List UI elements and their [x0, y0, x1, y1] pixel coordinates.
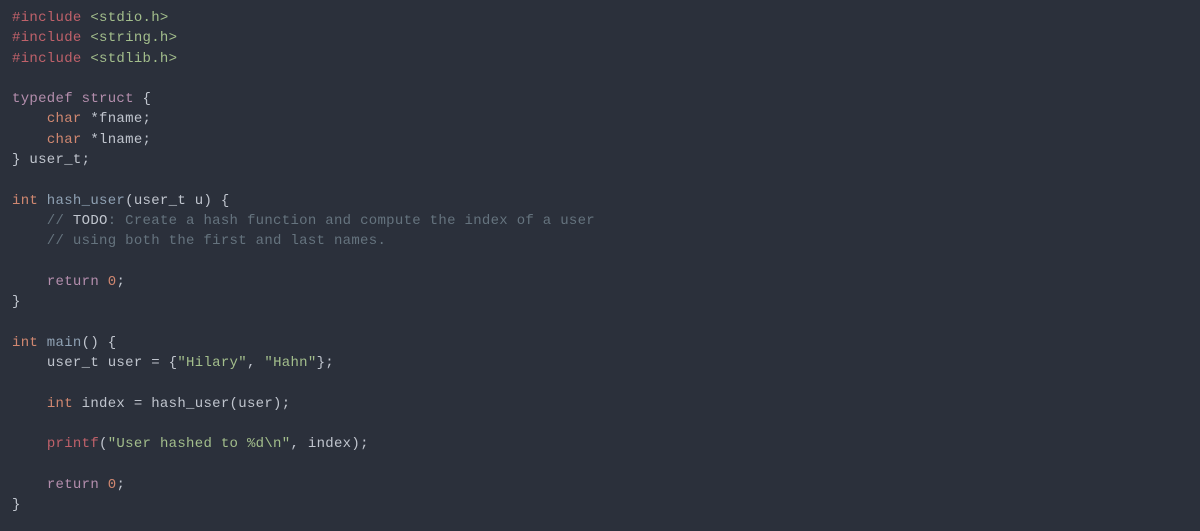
todo-marker: TODO [73, 213, 108, 229]
fn-hash-user: hash_user [38, 193, 125, 209]
comment-text: // using both the first and last names. [12, 233, 386, 249]
type-char: char [47, 111, 82, 127]
num-zero: 0 [99, 274, 116, 290]
include-lib: <string.h> [82, 30, 178, 46]
semi: ; [82, 152, 91, 168]
comment-text: : Create a hash function and compute the… [108, 213, 595, 229]
close-brace: } [12, 294, 21, 310]
close-brace: } [12, 497, 21, 513]
param-type: user_t [134, 193, 186, 209]
index-decl: index = hash_user(user); [73, 396, 291, 412]
kw-return: return [47, 477, 99, 493]
type-char: char [47, 132, 82, 148]
kw-return: return [47, 274, 99, 290]
printf-rest: , index); [290, 436, 368, 452]
var-type: user_t [47, 355, 99, 371]
type-int: int [12, 335, 38, 351]
printf-string: "User hashed to %d\n" [108, 436, 291, 452]
indent [12, 274, 47, 290]
str-hahn: "Hahn" [264, 355, 316, 371]
code-block: #include <stdio.h> #include <string.h> #… [12, 8, 1188, 515]
indent [12, 436, 47, 452]
kw-struct: struct [82, 91, 134, 107]
semi: ; [116, 477, 125, 493]
kw-typedef: typedef [12, 91, 73, 107]
close-struct: } [12, 152, 29, 168]
fn-printf: printf [47, 436, 99, 452]
indent [12, 355, 47, 371]
preproc-include: #include [12, 10, 82, 26]
indent [12, 477, 47, 493]
indent [12, 396, 47, 412]
brace: { [134, 91, 151, 107]
include-lib: <stdio.h> [82, 10, 169, 26]
preproc-include: #include [12, 51, 82, 67]
close-init: }; [317, 355, 334, 371]
param-rest: u) { [186, 193, 230, 209]
comment-prefix: // [12, 213, 73, 229]
indent [12, 132, 47, 148]
num-zero: 0 [99, 477, 116, 493]
var-lname: *lname; [82, 132, 152, 148]
paren: ( [125, 193, 134, 209]
str-hilary: "Hilary" [177, 355, 247, 371]
semi: ; [116, 274, 125, 290]
var-decl: user = { [99, 355, 177, 371]
include-lib: <stdlib.h> [82, 51, 178, 67]
type-int: int [12, 193, 38, 209]
paren: ( [99, 436, 108, 452]
preproc-include: #include [12, 30, 82, 46]
var-fname: *fname; [82, 111, 152, 127]
typename: user_t [29, 152, 81, 168]
type-int: int [47, 396, 73, 412]
indent [12, 111, 47, 127]
main-sig: () { [82, 335, 117, 351]
fn-main: main [38, 335, 82, 351]
comma: , [247, 355, 264, 371]
